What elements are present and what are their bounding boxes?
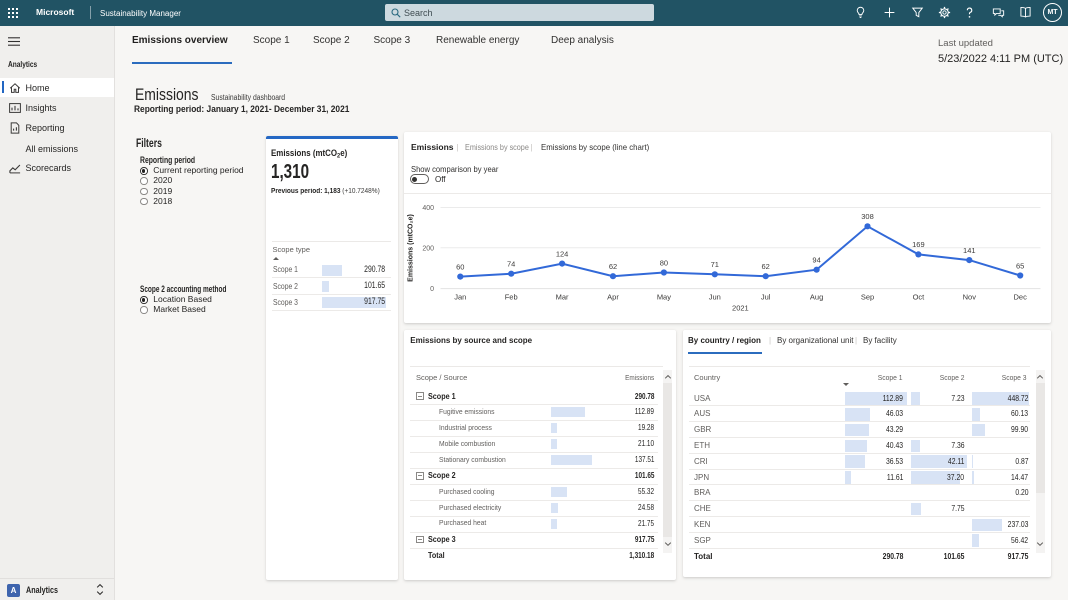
svg-text:62: 62	[608, 262, 616, 271]
svg-text:74: 74	[507, 260, 515, 269]
svg-text:Jan: Jan	[454, 293, 466, 302]
svg-text:0: 0	[430, 286, 434, 293]
svg-text:Dec: Dec	[1013, 293, 1027, 302]
svg-text:May: May	[656, 293, 670, 302]
svg-text:71: 71	[710, 260, 718, 269]
svg-text:62: 62	[761, 262, 769, 271]
svg-text:169: 169	[912, 240, 925, 249]
svg-text:60: 60	[456, 262, 464, 271]
svg-text:Sep: Sep	[860, 293, 873, 302]
svg-text:400: 400	[422, 205, 434, 212]
svg-text:Jul: Jul	[760, 293, 770, 302]
svg-text:308: 308	[861, 212, 874, 221]
svg-text:124: 124	[555, 249, 568, 258]
svg-text:2021: 2021	[732, 304, 749, 313]
svg-text:Jun: Jun	[708, 293, 720, 302]
svg-text:65: 65	[1016, 261, 1024, 270]
svg-text:Nov: Nov	[962, 293, 976, 302]
svg-text:94: 94	[812, 256, 820, 265]
svg-text:Apr: Apr	[607, 293, 619, 302]
svg-text:200: 200	[422, 245, 434, 252]
svg-text:141: 141	[963, 246, 976, 255]
svg-text:Aug: Aug	[809, 293, 822, 302]
svg-text:Emissions (mtCO₂e): Emissions (mtCO₂e)	[407, 214, 414, 282]
svg-text:Mar: Mar	[555, 293, 568, 302]
svg-text:Oct: Oct	[912, 293, 925, 302]
svg-text:Feb: Feb	[504, 293, 517, 302]
svg-text:80: 80	[659, 258, 667, 267]
